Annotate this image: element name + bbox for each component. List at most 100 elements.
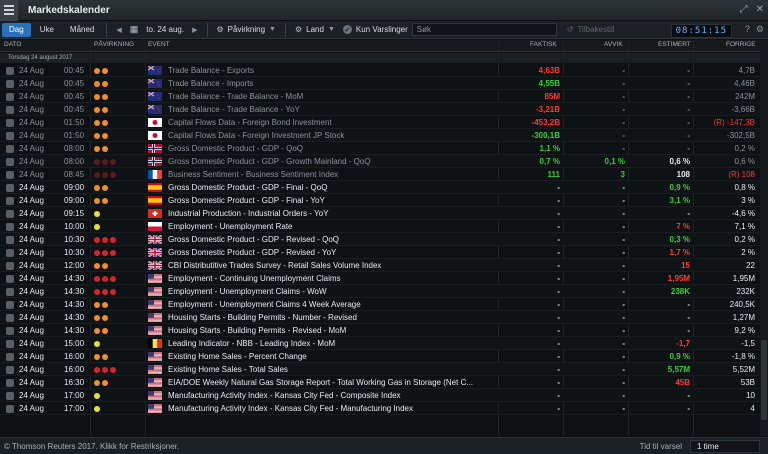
table-row[interactable]: 24 Aug 08:00 Gross Domestic Product - GD… — [0, 155, 760, 168]
calendar-add-icon[interactable] — [6, 327, 14, 335]
table-row[interactable]: 24 Aug 08:45 Business Sentiment - Busine… — [0, 168, 760, 181]
calendar-add-icon[interactable] — [6, 171, 14, 179]
table-row[interactable]: 24 Aug 14:30 Housing Starts - Building P… — [0, 324, 760, 337]
calendar-add-icon[interactable] — [6, 184, 14, 192]
copyright-link[interactable]: © Thomson Reuters 2017. Klikk for Restri… — [4, 442, 179, 451]
calendar-add-icon[interactable] — [6, 314, 14, 322]
date-label[interactable]: to. 24 aug. — [142, 22, 188, 38]
calendar-add-icon[interactable] — [6, 145, 14, 153]
table-row[interactable]: 24 Aug 10:30 Gross Domestic Product - GD… — [0, 246, 760, 259]
country-filter[interactable]: ⚙ Land ▼ — [291, 22, 339, 38]
tab-day[interactable]: Dag — [2, 22, 31, 37]
calendar-add-icon[interactable] — [6, 340, 14, 348]
calendar-add-icon[interactable] — [6, 158, 14, 166]
row-event[interactable]: Trade Balance - Trade Balance - MoM — [168, 90, 498, 103]
row-event[interactable]: Gross Domestic Product - GDP - Final - Y… — [168, 194, 498, 207]
table-row[interactable]: 24 Aug 17:00 Manufacturing Activity Inde… — [0, 402, 760, 415]
impact-filter[interactable]: ⚙ Påvirkning ▼ — [213, 22, 280, 38]
row-event[interactable]: Capital Flows Data - Foreign Bond Invest… — [168, 116, 498, 129]
row-event[interactable]: CBI Distributitive Trades Survey - Retai… — [168, 259, 498, 272]
calendar-add-icon[interactable] — [6, 301, 14, 309]
alerts-only-toggle[interactable]: ✓ Kun Varslinger — [339, 22, 412, 38]
row-event[interactable]: Employment - Unemployment Claims 4 Week … — [168, 298, 498, 311]
reset-button[interactable]: ↺ Tilbakestill — [563, 22, 619, 38]
row-event[interactable]: Housing Starts - Building Permits - Numb… — [168, 311, 498, 324]
calendar-add-icon[interactable] — [6, 249, 14, 257]
expand-icon[interactable]: ⤢ — [740, 4, 748, 15]
row-event[interactable]: Housing Starts - Building Permits - Revi… — [168, 324, 498, 337]
table-row[interactable]: 24 Aug 09:15 Industrial Production - Ind… — [0, 207, 760, 220]
row-event[interactable]: Employment - Continuing Unemployment Cla… — [168, 272, 498, 285]
calendar-add-icon[interactable] — [6, 197, 14, 205]
calendar-add-icon[interactable] — [6, 405, 14, 413]
calendar-add-icon[interactable] — [6, 236, 14, 244]
col-event[interactable]: EVENT — [148, 41, 170, 48]
row-event[interactable]: Gross Domestic Product - GDP - Revised -… — [168, 246, 498, 259]
scrollbar[interactable] — [760, 40, 768, 436]
row-event[interactable]: Employment - Unemployment Claims - WoW — [168, 285, 498, 298]
calendar-add-icon[interactable] — [6, 106, 14, 114]
calendar-add-icon[interactable] — [6, 353, 14, 361]
table-row[interactable]: 24 Aug 01:50 Capital Flows Data - Foreig… — [0, 116, 760, 129]
col-date[interactable]: DATO — [4, 41, 21, 48]
table-row[interactable]: 24 Aug 14:30 Housing Starts - Building P… — [0, 311, 760, 324]
row-event[interactable]: Gross Domestic Product - GDP - Final - Q… — [168, 181, 498, 194]
row-event[interactable]: Industrial Production - Industrial Order… — [168, 207, 498, 220]
alert-lead-select[interactable]: 1 time — [690, 440, 760, 453]
col-deviation[interactable]: AVVIK — [604, 41, 623, 48]
calendar-add-icon[interactable] — [6, 275, 14, 283]
table-row[interactable]: 24 Aug 14:30 Employment - Continuing Une… — [0, 272, 760, 285]
table-row[interactable]: 24 Aug 15:00 Leading Indicator - NBB - L… — [0, 337, 760, 350]
scroll-thumb[interactable] — [761, 340, 767, 420]
table-row[interactable]: 24 Aug 16:00 Existing Home Sales - Perce… — [0, 350, 760, 363]
calendar-add-icon[interactable] — [6, 379, 14, 387]
table-row[interactable]: 24 Aug 16:30 EIA/DOE Weekly Natural Gas … — [0, 376, 760, 389]
row-event[interactable]: Trade Balance - Trade Balance - YoY — [168, 103, 498, 116]
table-row[interactable]: 24 Aug 08:00 Gross Domestic Product - GD… — [0, 142, 760, 155]
table-row[interactable]: 24 Aug 14:30 Employment - Unemployment C… — [0, 285, 760, 298]
table-row[interactable]: 24 Aug 10:30 Gross Domestic Product - GD… — [0, 233, 760, 246]
close-icon[interactable]: ✕ — [756, 4, 764, 15]
row-event[interactable]: Business Sentiment - Business Sentiment … — [168, 168, 498, 181]
calendar-add-icon[interactable] — [6, 392, 14, 400]
help-icon[interactable]: ? — [745, 24, 750, 35]
row-event[interactable]: Trade Balance - Imports — [168, 77, 498, 90]
row-event[interactable]: Manufacturing Activity Index - Kansas Ci… — [168, 402, 498, 415]
row-event[interactable]: Existing Home Sales - Percent Change — [168, 350, 498, 363]
row-event[interactable]: Leading Indicator - NBB - Leading Index … — [168, 337, 498, 350]
prev-date-button[interactable]: ◀ — [112, 22, 125, 38]
calendar-add-icon[interactable] — [6, 262, 14, 270]
table-row[interactable]: 24 Aug 00:45 Trade Balance - Trade Balan… — [0, 90, 760, 103]
tab-month[interactable]: Måned — [63, 23, 101, 37]
calendar-add-icon[interactable] — [6, 210, 14, 218]
row-event[interactable]: EIA/DOE Weekly Natural Gas Storage Repor… — [168, 376, 498, 389]
table-row[interactable]: 24 Aug 00:45 Trade Balance - Exports 4,6… — [0, 64, 760, 77]
table-row[interactable]: 24 Aug 14:30 Employment - Unemployment C… — [0, 298, 760, 311]
table-row[interactable]: 24 Aug 12:00 CBI Distributitive Trades S… — [0, 259, 760, 272]
search-input[interactable]: Søk — [411, 23, 557, 36]
row-event[interactable]: Gross Domestic Product - GDP - Revised -… — [168, 233, 498, 246]
row-event[interactable]: Gross Domestic Product - GDP - QoQ — [168, 142, 498, 155]
col-actual[interactable]: FAKTISK — [530, 41, 557, 48]
row-event[interactable]: Gross Domestic Product - GDP - Growth Ma… — [168, 155, 498, 168]
settings-icon[interactable]: ⚙ — [756, 24, 764, 35]
table-row[interactable]: 24 Aug 10:00 Employment - Unemployment R… — [0, 220, 760, 233]
row-event[interactable]: Existing Home Sales - Total Sales — [168, 363, 498, 376]
table-row[interactable]: 24 Aug 01:50 Capital Flows Data - Foreig… — [0, 129, 760, 142]
calendar-add-icon[interactable] — [6, 119, 14, 127]
table-row[interactable]: 24 Aug 09:00 Gross Domestic Product - GD… — [0, 194, 760, 207]
table-row[interactable]: 24 Aug 00:45 Trade Balance - Imports 4,5… — [0, 77, 760, 90]
table-row[interactable]: 24 Aug 16:00 Existing Home Sales - Total… — [0, 363, 760, 376]
row-event[interactable]: Employment - Unemployment Rate — [168, 220, 498, 233]
table-row[interactable]: 24 Aug 00:45 Trade Balance - Trade Balan… — [0, 103, 760, 116]
calendar-add-icon[interactable] — [6, 288, 14, 296]
tab-week[interactable]: Uke — [33, 23, 61, 37]
col-previous[interactable]: FORRIGE — [726, 41, 756, 48]
calendar-add-icon[interactable] — [6, 80, 14, 88]
table-row[interactable]: 24 Aug 17:00 Manufacturing Activity Inde… — [0, 389, 760, 402]
calendar-add-icon[interactable] — [6, 223, 14, 231]
calendar-add-icon[interactable] — [6, 67, 14, 75]
table-row[interactable]: 24 Aug 09:00 Gross Domestic Product - GD… — [0, 181, 760, 194]
col-estimate[interactable]: ESTIMERT — [658, 41, 691, 48]
next-date-button[interactable]: ▶ — [188, 22, 201, 38]
